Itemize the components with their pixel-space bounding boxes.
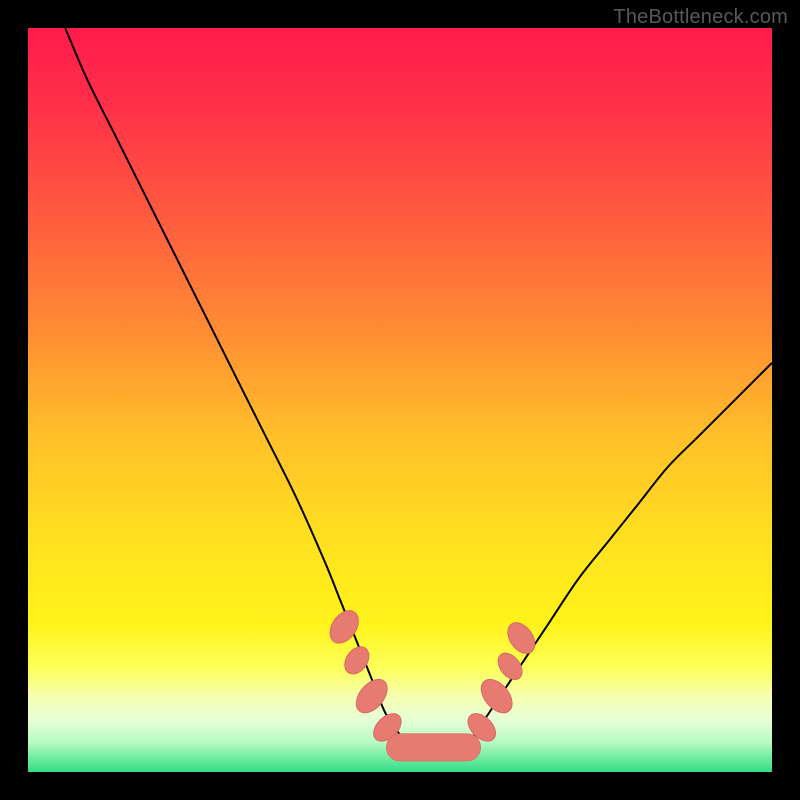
- plot-area: [28, 28, 772, 772]
- outer-frame: TheBottleneck.com: [0, 0, 800, 800]
- bottleneck-chart: [28, 28, 772, 772]
- gradient-background: [28, 28, 772, 772]
- watermark-label: TheBottleneck.com: [613, 6, 788, 29]
